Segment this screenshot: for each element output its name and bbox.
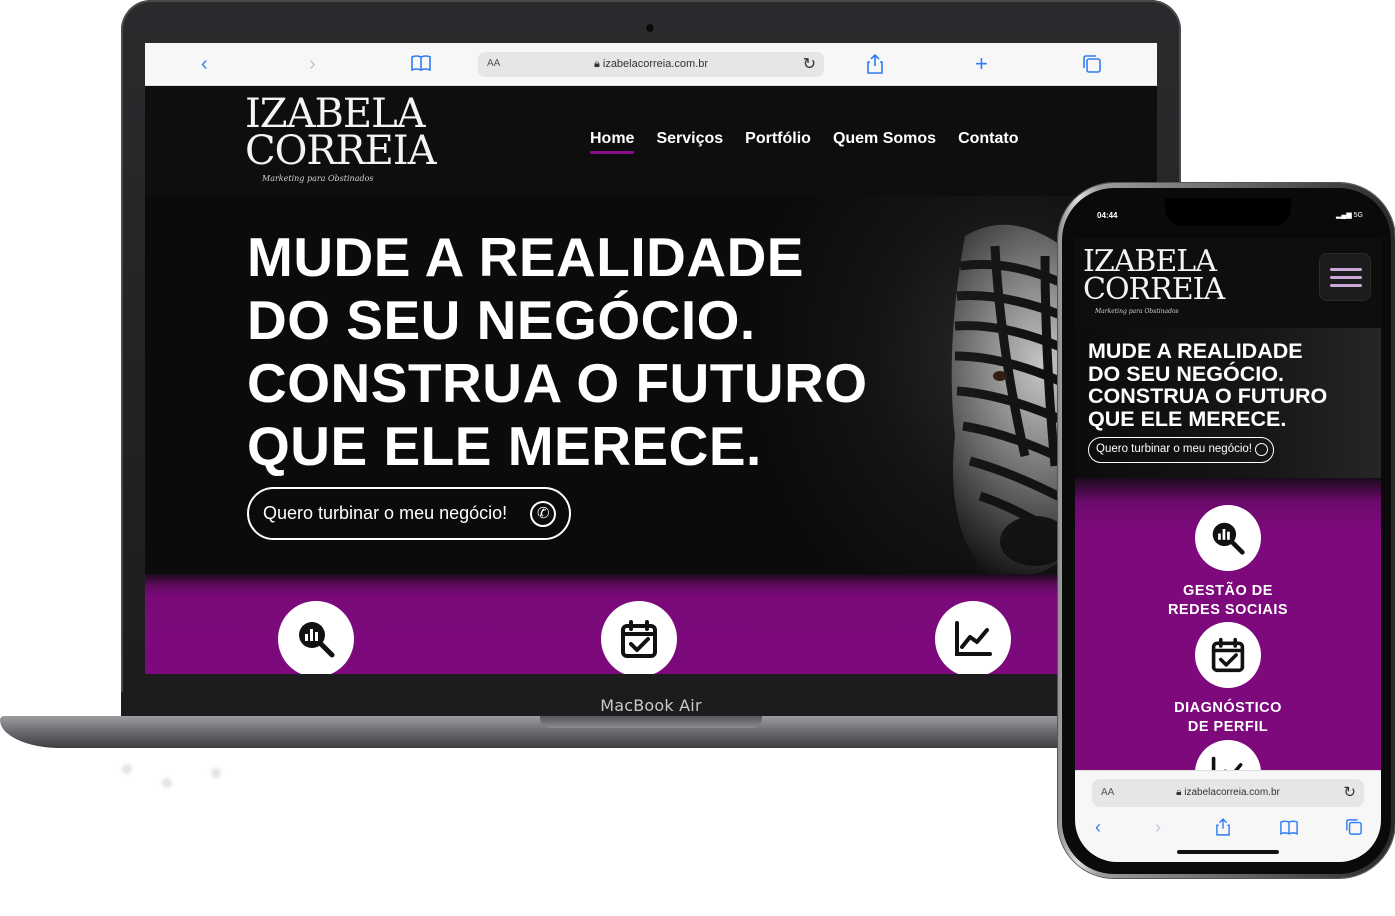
nav-home[interactable]: Home (590, 130, 635, 154)
mobile-hero-line-2: DO SEU NEGÓCIO. (1088, 361, 1284, 386)
reload-icon[interactable]: ↻ (803, 54, 816, 74)
services-band (145, 574, 1157, 674)
mobile-url-value: izabelacorreia.com.br (1184, 787, 1280, 798)
back-icon[interactable]: ‹ (201, 53, 208, 75)
service-1-line1: GESTÃO DE (1183, 583, 1273, 599)
mobile-logo-line2: CORREIA (1083, 271, 1225, 307)
home-indicator[interactable] (1177, 850, 1279, 854)
back-icon[interactable]: ‹ (1095, 817, 1101, 838)
mobile-hero-line-3: CONSTRUA O FUTURO (1088, 384, 1328, 408)
mobile-hero-headline: MUDE A REALIDADE DO SEU NEGÓCIO. CONSTRU… (1088, 340, 1327, 430)
nav-servicos[interactable]: Serviços (656, 130, 723, 148)
mobile-services-band: GESTÃO DE REDES SOCIAIS DIAGNÓSTICO DE P… (1075, 478, 1381, 806)
bookmarks-icon[interactable] (1280, 819, 1298, 840)
share-icon[interactable] (867, 53, 883, 79)
mobile-address-bar[interactable]: AA 🔒︎ izabelacorreia.com.br ↻ (1092, 779, 1364, 807)
hero-headline: MUDE A REALIDADE DO SEU NEGÓCIO. CONSTRU… (247, 226, 868, 478)
service-label-social: GESTÃO DE REDES SOCIAIS (1075, 582, 1381, 620)
status-network-label: 5G (1353, 212, 1363, 219)
url-value: izabelacorreia.com.br (602, 58, 709, 70)
status-network: ▂▄▆ 5G (1335, 212, 1363, 219)
mobile-header: IZABELA CORREIA Marketing para Obstinado… (1075, 238, 1381, 328)
mobile-site-logo[interactable]: IZABELA CORREIA (1083, 247, 1225, 307)
service-1-line2: REDES SOCIAIS (1167, 602, 1289, 618)
site-logo[interactable]: IZABELA CORREIA (245, 94, 437, 174)
forward-icon[interactable]: › (1155, 817, 1161, 838)
laptop-safari-toolbar: ‹ › AA 🔒︎ izabelacorreia.com.br ↻ + (145, 43, 1157, 86)
laptop-screen: ‹ › AA 🔒︎ izabelacorreia.com.br ↻ + IZAB… (145, 43, 1157, 674)
mobile-hero-section: MUDE A REALIDADE DO SEU NEGÓCIO. CONSTRU… (1075, 328, 1381, 478)
laptop-camera (646, 24, 654, 32)
mobile-safari-toolbar: AA 🔒︎ izabelacorreia.com.br ↻ ‹ › (1075, 770, 1381, 862)
mobile-cta-label: Quero turbinar o meu negócio! (1096, 443, 1252, 455)
calendar-check-icon[interactable] (1195, 622, 1261, 688)
mobile-cta-button[interactable]: Quero turbinar o meu negócio! (1088, 437, 1274, 463)
hero-line-3: CONSTRUA O FUTURO (247, 352, 868, 414)
logo-line2: CORREIA (245, 127, 437, 174)
hero-line-2: DO SEU NEGÓCIO. (247, 289, 756, 351)
decorative-dot (122, 764, 132, 774)
hero-line-4: QUE ELE MERECE. (247, 415, 762, 477)
mobile-hero-line-4: QUE ELE MERECE. (1088, 406, 1287, 431)
decorative-dot (211, 768, 221, 778)
bookmarks-icon[interactable] (411, 54, 431, 76)
phone-notch (1165, 198, 1291, 226)
hero-line-1: MUDE A REALIDADE (247, 226, 804, 288)
new-tab-icon[interactable]: + (975, 53, 988, 75)
hero-section: MUDE A REALIDADE DO SEU NEGÓCIO. CONSTRU… (145, 196, 1157, 574)
cta-button[interactable]: Quero turbinar o meu negócio! (247, 487, 571, 540)
decorative-dot (162, 778, 172, 788)
calendar-check-icon[interactable] (601, 601, 677, 674)
mobile-hero-line-1: MUDE A REALIDADE (1088, 339, 1303, 363)
service-2-line2: DE PERFIL (1187, 719, 1269, 735)
hamburger-menu-icon[interactable] (1319, 253, 1371, 301)
cta-label: Quero turbinar o meu negócio! (263, 503, 508, 523)
forward-icon[interactable]: › (309, 53, 316, 75)
logo-tagline: Marketing para Obstinados (262, 174, 374, 183)
reload-icon[interactable]: ↻ (1343, 783, 1356, 801)
mobile-logo-tagline: Marketing para Obstinados (1095, 308, 1179, 315)
tabs-icon[interactable] (1083, 55, 1101, 78)
share-icon[interactable] (1216, 818, 1230, 841)
mobile-url-text: 🔒︎ izabelacorreia.com.br (1176, 787, 1280, 798)
trend-chart-icon[interactable] (935, 601, 1011, 674)
main-nav: Home Serviços Portfólio Quem Somos Conta… (590, 130, 1019, 154)
phone-screen: 04:44 ▂▄▆ 5G IZABELA CORREIA Marketing p… (1075, 198, 1381, 862)
service-2-line1: DIAGNÓSTICO (1174, 700, 1282, 716)
laptop-hinge (540, 716, 762, 728)
address-bar[interactable]: AA 🔒︎ izabelacorreia.com.br ↻ (478, 52, 824, 77)
whatsapp-icon (1255, 443, 1268, 456)
url-text: 🔒︎ izabelacorreia.com.br (593, 58, 709, 70)
status-time: 04:44 (1097, 211, 1118, 220)
nav-contato[interactable]: Contato (958, 130, 1018, 148)
analytics-search-icon[interactable] (278, 601, 354, 674)
nav-portfolio[interactable]: Portfólio (745, 130, 811, 148)
service-label-diagnostico: DIAGNÓSTICO DE PERFIL (1075, 699, 1381, 737)
laptop-model-label: MacBook Air (600, 696, 702, 715)
analytics-search-icon[interactable] (1195, 505, 1261, 571)
whatsapp-icon (530, 501, 556, 527)
tabs-icon[interactable] (1346, 819, 1362, 840)
nav-quem-somos[interactable]: Quem Somos (833, 130, 936, 148)
site-header: IZABELA CORREIA Marketing para Obstinado… (145, 86, 1157, 196)
